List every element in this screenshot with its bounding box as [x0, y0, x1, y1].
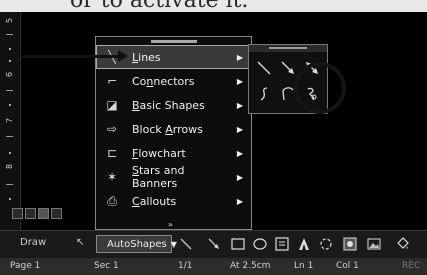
menu-item-basic-shapes[interactable]: ◪ Basic Shapes ▶ [96, 93, 251, 117]
caption-text: or to activate it. [70, 0, 248, 12]
submenu-arrow-icon: ▶ [236, 148, 243, 158]
rectangle-tool-icon[interactable] [230, 236, 246, 252]
submenu-arrow-icon: ▶ [236, 172, 243, 182]
callouts-icon: ⎙ [107, 193, 117, 208]
vertical-ruler: 5 6 7 8 [0, 12, 21, 236]
ruler-tick [6, 90, 13, 91]
arrow-tool-icon[interactable] [206, 236, 222, 252]
submenu-arrow-icon: ▶ [236, 196, 243, 206]
status-page-count: 1/1 [178, 261, 193, 271]
diagram-icon[interactable] [318, 236, 334, 252]
status-rec[interactable]: REC [402, 261, 420, 271]
select-objects-icon[interactable]: ↖ [76, 237, 84, 248]
oval-tool-icon[interactable] [252, 236, 268, 252]
expand-menu-icon[interactable]: » [168, 220, 173, 229]
outline-view-button[interactable] [51, 208, 62, 219]
submenu-arrow-icon: ▶ [236, 124, 243, 134]
ruler-tick [6, 136, 13, 137]
ruler-number: 6 [5, 71, 15, 78]
menu-item-stars-and-banners[interactable]: ✶ Stars and Banners ▶ [96, 164, 251, 190]
ruler-dot [9, 104, 11, 106]
submenu-arrow-icon: ▶ [236, 52, 243, 62]
connectors-icon: ⌐ [106, 74, 118, 88]
drawing-toolbar: Draw ↖ AutoShapes ▼ [0, 230, 427, 259]
wordart-icon[interactable] [296, 236, 312, 252]
ruler-number: 7 [5, 117, 15, 124]
block-arrows-icon: ⇨ [106, 122, 118, 136]
pointer-arrowhead [118, 50, 128, 62]
view-buttons [12, 208, 62, 220]
pointer-arrow [22, 55, 120, 58]
status-section: Sec 1 [94, 261, 119, 271]
status-page: Page 1 [10, 261, 41, 271]
menu-item-label: Connectors [132, 74, 195, 88]
clip-art-icon[interactable] [342, 236, 358, 252]
status-bar: Page 1 Sec 1 1/1 At 2.5cm Ln 1 Col 1 REC [0, 258, 427, 275]
submenu-arrow-icon: ▶ [236, 100, 243, 110]
print-layout-button[interactable] [38, 208, 49, 219]
menu-item-connectors[interactable]: ⌐ Connectors ▶ [96, 69, 251, 93]
submenu-title-bar[interactable] [249, 45, 327, 52]
menu-item-label: Stars and Banners [132, 164, 185, 190]
ruler-dot [9, 152, 11, 154]
text-box-icon[interactable] [274, 236, 290, 252]
ruler-number: 8 [5, 163, 15, 170]
highlight-circle [294, 62, 346, 114]
line-tool-icon[interactable] [178, 236, 194, 252]
menu-item-label: Lines [132, 50, 161, 64]
line-icon[interactable] [255, 59, 273, 77]
ruler-tick [6, 34, 13, 35]
curve-icon[interactable] [255, 85, 273, 103]
web-layout-button[interactable] [25, 208, 36, 219]
menu-item-callouts[interactable]: ⎙ Callouts ▶ [96, 189, 251, 213]
menu-item-block-arrows[interactable]: ⇨ Block Arrows ▶ [96, 117, 251, 141]
ruler-tick [6, 184, 13, 185]
ruler-dot [9, 60, 11, 62]
stars-banners-icon: ✶ [106, 170, 118, 184]
autoshapes-label: AutoShapes [107, 238, 167, 250]
draw-menu-button[interactable]: Draw [20, 237, 46, 248]
picture-icon[interactable] [366, 236, 382, 252]
menu-item-flowchart[interactable]: ⊏ Flowchart ▶ [96, 141, 251, 165]
menu-item-label: Flowchart [132, 146, 186, 160]
ruler-dot [9, 198, 11, 200]
submenu-arrow-icon: ▶ [236, 76, 243, 86]
menu-item-label: Basic Shapes [132, 98, 205, 112]
caption-strip: or to activate it. [0, 0, 427, 12]
ruler-number: 5 [5, 17, 15, 24]
menu-item-label: Callouts [132, 194, 177, 208]
menu-grip[interactable] [151, 40, 197, 43]
menu-item-label: Block Arrows [132, 122, 203, 136]
status-position: At 2.5cm [230, 261, 271, 271]
ruler-dot [9, 48, 11, 50]
status-line: Ln 1 [294, 261, 314, 271]
status-column: Col 1 [336, 261, 359, 271]
flowchart-icon: ⊏ [106, 146, 118, 160]
autoshapes-button[interactable]: AutoShapes ▼ [96, 235, 177, 253]
autoshapes-menu: ╲ Lines ▶ ⌐ Connectors ▶ ◪ Basic Shapes … [95, 36, 252, 230]
basic-shapes-icon: ◪ [106, 98, 118, 112]
fill-color-icon[interactable] [394, 236, 410, 252]
normal-view-button[interactable] [12, 208, 23, 219]
dropdown-arrow-icon: ▼ [170, 239, 177, 249]
